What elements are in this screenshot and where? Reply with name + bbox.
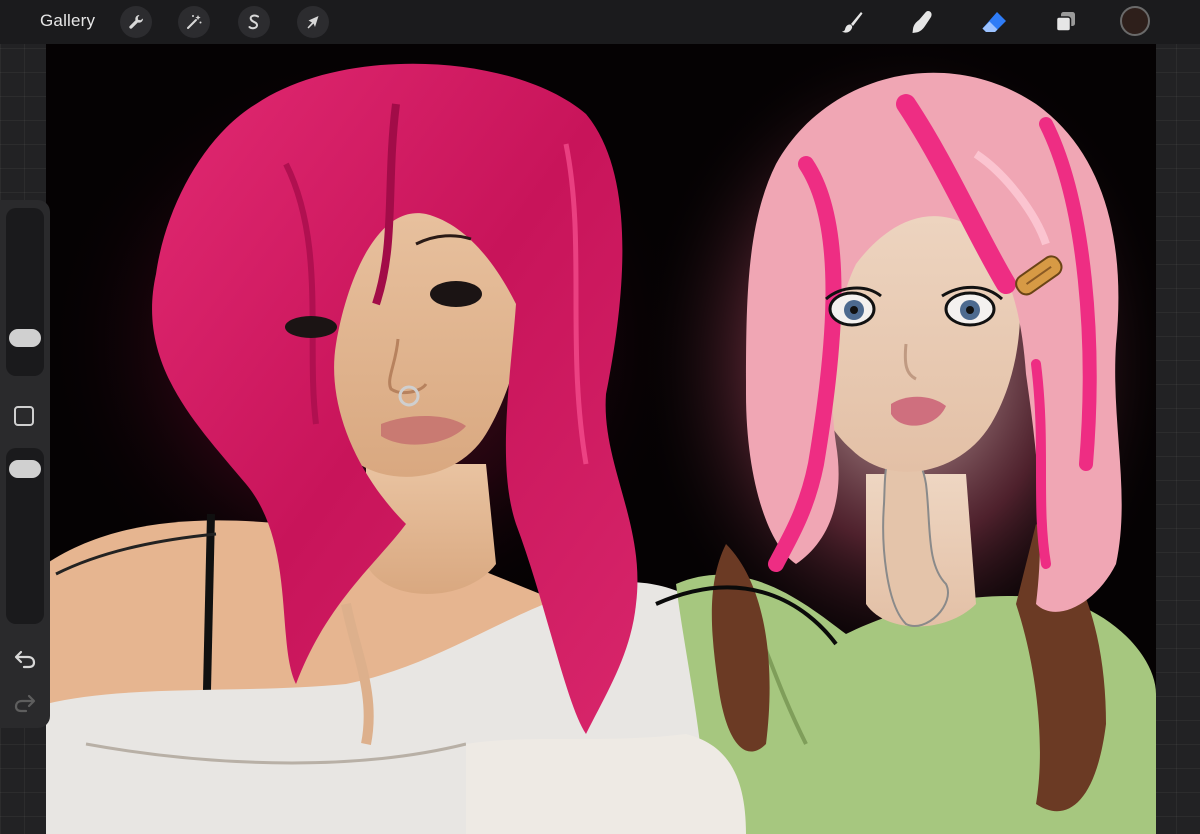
brush-size-slider[interactable] — [6, 208, 44, 376]
drawing-canvas[interactable] — [46, 44, 1156, 834]
opacity-slider[interactable] — [6, 448, 44, 624]
smudge-finger-icon — [912, 11, 932, 33]
top-toolbar: Gallery — [0, 0, 1200, 44]
square-modify-icon[interactable] — [14, 406, 34, 426]
brush-tool-button[interactable] — [836, 6, 868, 38]
undo-icon[interactable] — [13, 646, 37, 670]
redo-icon[interactable] — [13, 690, 37, 714]
adjustments-button[interactable] — [178, 6, 210, 38]
brush-icon — [842, 12, 863, 33]
transform-button[interactable] — [297, 6, 329, 38]
selection-s-icon — [248, 14, 259, 30]
actions-button[interactable] — [120, 6, 152, 38]
opacity-thumb[interactable] — [9, 460, 41, 479]
left-eye-right — [430, 281, 482, 307]
layers-button[interactable] — [1050, 6, 1082, 38]
color-swatch-button[interactable] — [1120, 6, 1150, 36]
left-sidebar — [0, 200, 50, 728]
left-eye-left — [285, 316, 337, 338]
gallery-button[interactable]: Gallery — [40, 11, 95, 31]
layers-icon — [1055, 12, 1075, 32]
arrow-cursor-icon — [307, 16, 319, 29]
smudge-tool-button[interactable] — [906, 6, 938, 38]
artwork-illustration — [46, 44, 1156, 834]
magic-wand-icon — [187, 15, 202, 29]
wrench-icon — [129, 14, 144, 29]
eraser-icon — [982, 12, 1006, 32]
brush-size-thumb[interactable] — [9, 329, 41, 348]
eraser-tool-button[interactable] — [978, 6, 1010, 38]
selection-button[interactable] — [238, 6, 270, 38]
